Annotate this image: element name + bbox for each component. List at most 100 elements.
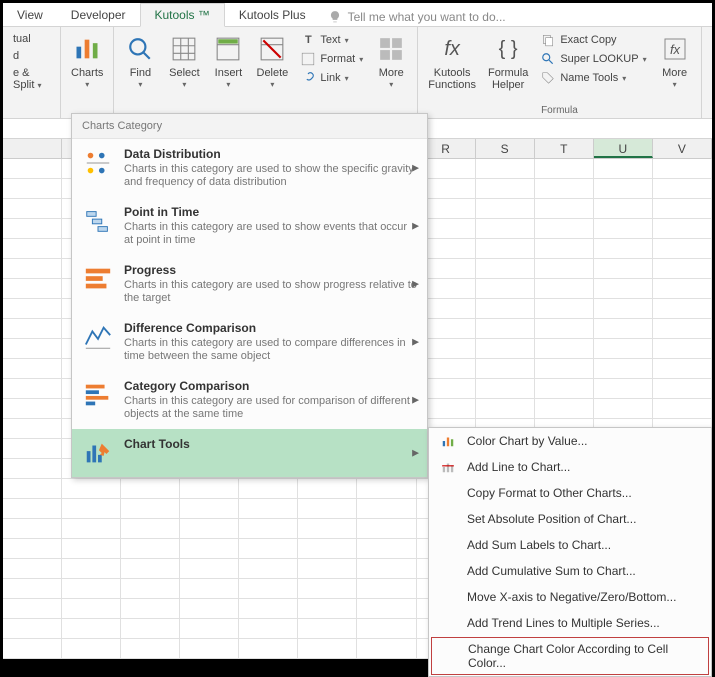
item-label: Add Trend Lines to Multiple Series...: [467, 616, 660, 630]
link-icon: [300, 70, 316, 86]
menu-item-chart-tools[interactable]: Chart Tools▶: [72, 429, 427, 477]
category-icon: [82, 263, 114, 295]
chevron-right-icon: ▶: [412, 337, 419, 348]
format-button[interactable]: Format ▾: [298, 50, 365, 68]
item-desc: Charts in this category are used to show…: [124, 279, 417, 305]
more-button-2[interactable]: fx More▾: [653, 29, 697, 91]
lookup-icon: [540, 51, 556, 67]
item-title: Point in Time: [124, 205, 417, 219]
tab-developer[interactable]: Developer: [57, 4, 140, 26]
category-icon: [82, 205, 114, 237]
item-label: Color Chart by Value...: [467, 434, 588, 448]
lightbulb-icon: [328, 10, 342, 24]
column-header[interactable]: V: [653, 139, 712, 158]
menu-item-difference-comparison[interactable]: Difference Comparison Charts in this cate…: [72, 313, 427, 371]
submenu-item[interactable]: Change Chart Color According to Cell Col…: [431, 637, 709, 675]
find-button[interactable]: Find▾: [118, 29, 162, 91]
tag-icon: [540, 70, 556, 86]
menu-title: Charts Category: [72, 114, 427, 139]
partial-3[interactable]: e & Split ▾: [11, 65, 52, 93]
super-lookup-button[interactable]: Super LOOKUP ▾: [538, 50, 648, 68]
category-icon: [82, 321, 114, 353]
item-icon: [439, 537, 457, 553]
item-icon: [440, 648, 458, 664]
tell-me[interactable]: Tell me what you want to do...: [320, 8, 514, 26]
tab-view[interactable]: View: [3, 4, 57, 26]
item-icon: [439, 615, 457, 631]
chevron-right-icon: ▶: [412, 279, 419, 290]
item-label: Set Absolute Position of Chart...: [467, 512, 636, 526]
item-icon: [439, 433, 457, 449]
item-label: Move X-axis to Negative/Zero/Bottom...: [467, 590, 676, 604]
item-title: Data Distribution: [124, 147, 417, 161]
item-icon: [439, 511, 457, 527]
grid-icon: [168, 33, 200, 65]
charts-category-menu: Charts Category Data Distribution Charts …: [71, 113, 428, 478]
kutools-functions-button[interactable]: fx Kutools Functions: [422, 29, 482, 93]
chart-tools-submenu: Color Chart by Value... Add Line to Chart…: [428, 427, 712, 677]
item-desc: Charts in this category are used to comp…: [124, 337, 417, 363]
submenu-item[interactable]: Set Absolute Position of Chart...: [429, 506, 711, 532]
item-label: Add Cumulative Sum to Chart...: [467, 564, 636, 578]
text-button[interactable]: TText ▾: [298, 31, 365, 49]
group-label-formula: Formula: [422, 104, 696, 118]
item-desc: Charts in this category are used to show…: [124, 221, 417, 247]
charts-button[interactable]: Charts▾: [65, 29, 109, 91]
formula-helper-button[interactable]: { } Formula Helper: [482, 29, 534, 93]
submenu-item[interactable]: Add Sum Labels to Chart...: [429, 532, 711, 558]
tab-kutoolsplus[interactable]: Kutools Plus: [225, 4, 320, 26]
item-icon: [439, 459, 457, 475]
text-icon: T: [300, 32, 316, 48]
chevron-right-icon: ▶: [412, 395, 419, 406]
ribbon: tual d e & Split ▾ Charts▾ Find▾: [3, 27, 712, 119]
column-header[interactable]: U: [594, 139, 653, 158]
link-button[interactable]: Link ▾: [298, 69, 365, 87]
submenu-item[interactable]: Add Trend Lines to Multiple Series...: [429, 610, 711, 636]
menu-item-point-in-time[interactable]: Point in Time Charts in this category are…: [72, 197, 427, 255]
more-button-1[interactable]: More▾: [369, 29, 413, 91]
item-desc: Charts in this category are used to show…: [124, 163, 417, 189]
search-icon: [124, 33, 156, 65]
column-header[interactable]: [3, 139, 62, 158]
delete-icon: [256, 33, 288, 65]
menu-item-category-comparison[interactable]: Category ComparisonCharts in this catego…: [72, 371, 427, 429]
item-title: Difference Comparison: [124, 321, 417, 335]
menu-item-data-distribution[interactable]: Data Distribution Charts in this category…: [72, 139, 427, 197]
fx-icon: fx: [436, 33, 468, 65]
tab-kutools[interactable]: Kutools ™: [140, 3, 225, 27]
svg-text:fx: fx: [670, 42, 681, 57]
fx-box-icon: fx: [659, 33, 691, 65]
copy-icon: [540, 32, 556, 48]
item-desc: Charts in this category are used for com…: [124, 395, 417, 421]
chart-icon: [71, 33, 103, 65]
format-icon: [300, 51, 316, 67]
submenu-item[interactable]: Color Chart by Value...: [429, 428, 711, 454]
ribbon-tabs: View Developer Kutools ™ Kutools Plus Te…: [3, 3, 712, 27]
submenu-item[interactable]: Add Line to Chart...: [429, 454, 711, 480]
tell-me-text: Tell me what you want to do...: [348, 10, 506, 24]
item-label: Add Line to Chart...: [467, 460, 570, 474]
column-header[interactable]: S: [476, 139, 535, 158]
submenu-item[interactable]: Add Cumulative Sum to Chart...: [429, 558, 711, 584]
submenu-item[interactable]: Move X-axis to Negative/Zero/Bottom...: [429, 584, 711, 610]
partial-2: d: [11, 48, 52, 64]
select-button[interactable]: Select▾: [162, 29, 206, 91]
delete-button[interactable]: Delete▾: [250, 29, 294, 91]
menu-item-progress[interactable]: Progress Charts in this category are used…: [72, 255, 427, 313]
chevron-right-icon: ▶: [412, 221, 419, 232]
submenu-item[interactable]: Copy Format to Other Charts...: [429, 480, 711, 506]
item-title: Progress: [124, 263, 417, 277]
insert-icon: [212, 33, 244, 65]
category-icon: [82, 147, 114, 179]
item-label: Copy Format to Other Charts...: [467, 486, 632, 500]
item-label: Add Sum Labels to Chart...: [467, 538, 611, 552]
item-icon: [439, 563, 457, 579]
item-title: Chart Tools: [124, 437, 417, 451]
name-tools-button[interactable]: Name Tools ▾: [538, 69, 648, 87]
item-icon: [439, 485, 457, 501]
exact-copy-button[interactable]: Exact Copy: [538, 31, 648, 49]
chevron-right-icon: ▶: [412, 163, 419, 174]
insert-button[interactable]: Insert▾: [206, 29, 250, 91]
column-header[interactable]: T: [535, 139, 594, 158]
braces-icon: { }: [492, 33, 524, 65]
